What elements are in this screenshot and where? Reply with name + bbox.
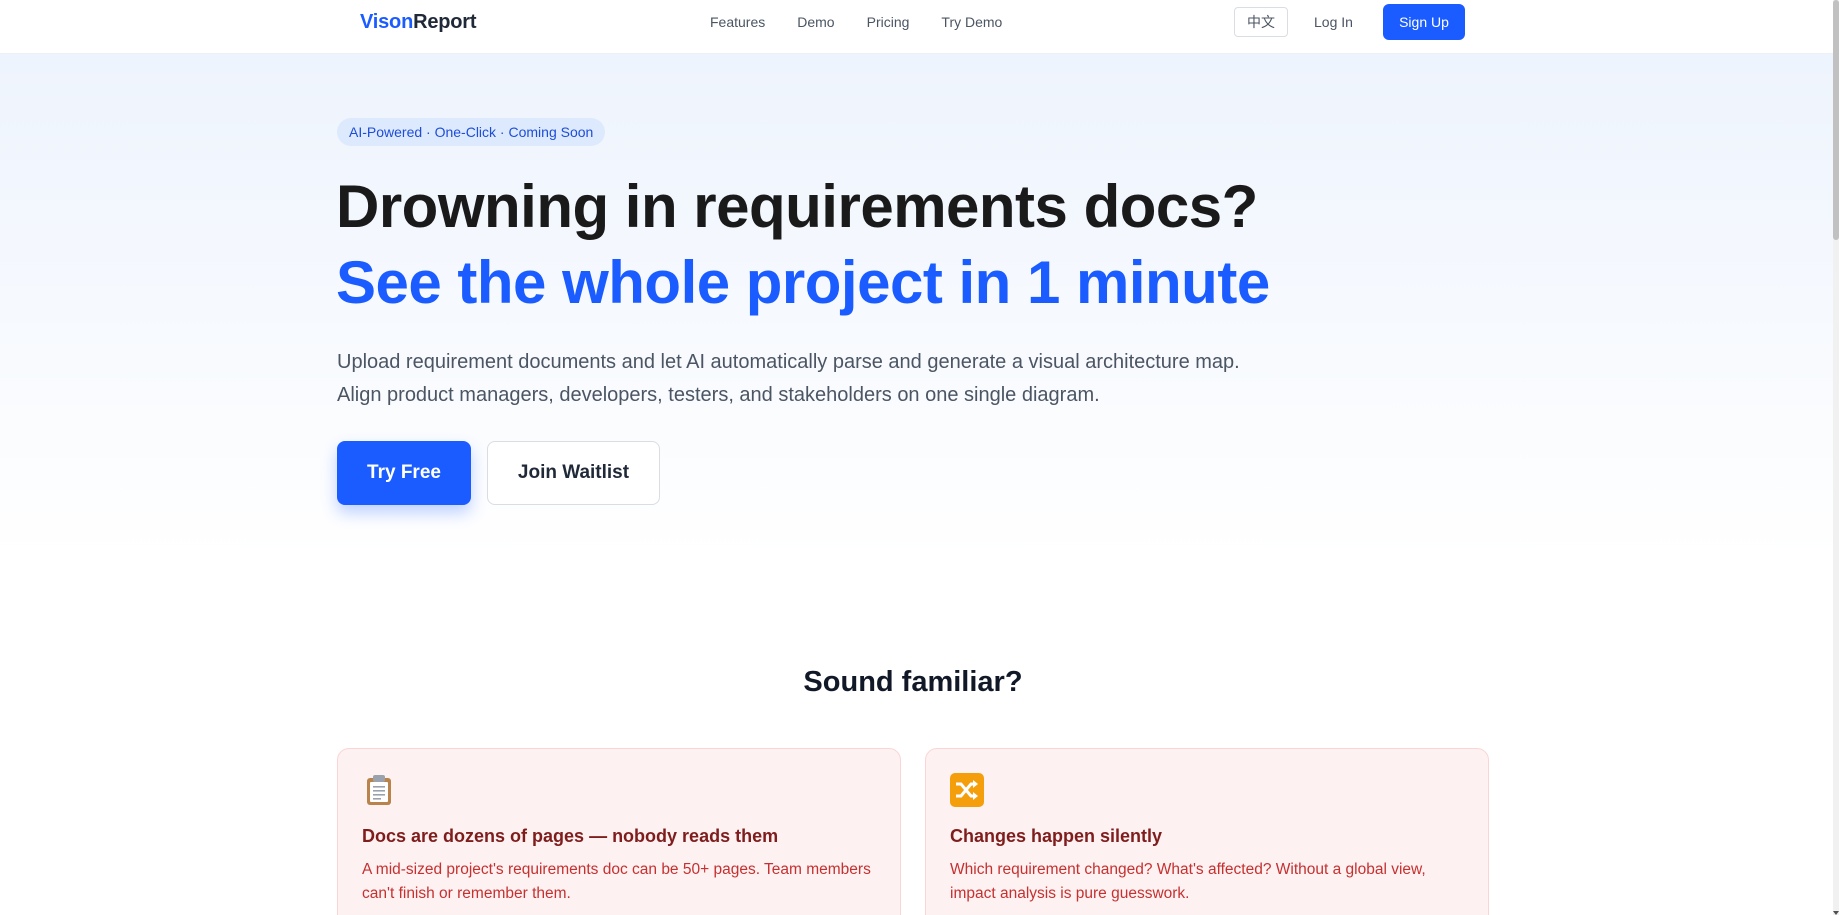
hero-section [0,54,1833,614]
problem-card-description: A mid-sized project's requirements doc c… [362,861,871,902]
nav-link-features[interactable]: Features [710,14,765,30]
logo[interactable]: VisonReport [360,11,477,34]
hero-badge: AI-Powered · One-Click · Coming Soon [337,118,606,146]
logo-text-secondary: Report [413,11,477,33]
problem-card: Changes happen silently Which requiremen… [925,748,1489,915]
page-scrollbar[interactable] [1833,0,1839,915]
nav-link-try-demo[interactable]: Try Demo [941,14,1002,30]
login-button[interactable]: Log In [1314,14,1353,30]
clipboard-icon [362,773,396,807]
scroll-down-arrow-icon[interactable] [1833,904,1839,915]
problem-card: Docs are dozens of pages — nobody reads … [337,748,901,915]
nav-links: Features Demo Pricing Try Demo [710,14,1034,30]
problems-section-title: Sound familiar? [803,666,1023,698]
hero-title-line-2: See the whole project in 1 minute [336,249,1270,316]
shuffle-icon [950,773,984,807]
problem-card-description: Which requirement changed? What's affect… [950,861,1426,902]
hero-title-line-1: Drowning in requirements docs? [336,173,1258,240]
signup-button[interactable]: Sign Up [1383,4,1465,40]
problem-card-title: Changes happen silently [950,826,1163,846]
scrollbar-thumb[interactable] [1833,0,1839,240]
top-navbar: VisonReport Features Demo Pricing Try De… [0,0,1833,54]
hero-description-line-1: Upload requirement documents and let AI … [337,351,1240,373]
landing-page: VisonReport Features Demo Pricing Try De… [0,0,1839,915]
try-free-button[interactable]: Try Free [337,441,471,505]
join-waitlist-button[interactable]: Join Waitlist [487,441,660,505]
hero-description: Upload requirement documents and let AI … [337,346,1240,412]
language-switch-button[interactable]: 中文 [1234,7,1288,37]
hero-description-line-2: Align product managers, developers, test… [337,384,1100,406]
problem-card-title: Docs are dozens of pages — nobody reads … [362,826,779,846]
nav-link-pricing[interactable]: Pricing [867,14,910,30]
logo-text-primary: Vison [360,11,414,33]
nav-link-demo[interactable]: Demo [797,14,834,30]
